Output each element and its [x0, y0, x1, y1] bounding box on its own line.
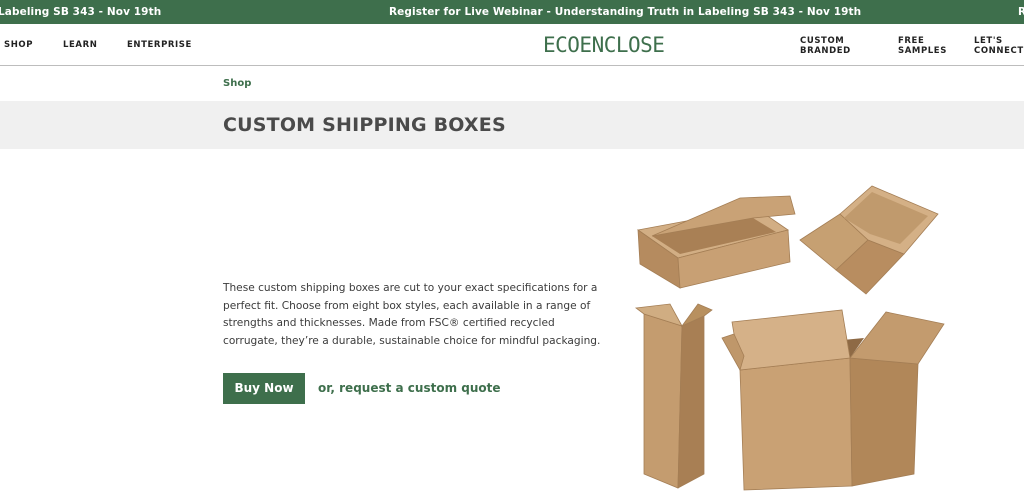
nav-label: FREE	[898, 36, 925, 46]
page-title: CUSTOM SHIPPING BOXES	[223, 114, 506, 136]
flat-mailer-box	[799, 185, 939, 295]
announcement-message[interactable]: Labeling SB 343 - Nov 19th	[0, 0, 161, 24]
nav-label: LET'S	[974, 36, 1003, 46]
breadcrumb-shop[interactable]: Shop	[223, 78, 251, 89]
announcement-message[interactable]: R	[1018, 0, 1024, 24]
nav-enterprise[interactable]: ENTERPRISE	[127, 24, 192, 66]
nav-free-samples[interactable]: FREE SAMPLES	[898, 36, 947, 56]
title-band: CUSTOM SHIPPING BOXES	[0, 101, 1024, 149]
nav-label: CUSTOM	[800, 36, 845, 46]
nav-label: BRANDED	[800, 46, 851, 56]
tall-box	[634, 303, 713, 489]
nav-lets-connect[interactable]: LET'S CONNECT	[974, 36, 1024, 56]
nav-label: SAMPLES	[898, 46, 947, 56]
site-logo[interactable]: ECOENCLOSE	[543, 24, 665, 66]
mailer-box-open	[636, 195, 796, 289]
nav-shop[interactable]: SHOP	[4, 24, 33, 66]
buy-now-button[interactable]: Buy Now	[223, 373, 305, 404]
request-quote-link[interactable]: or, request a custom quote	[318, 373, 501, 404]
announcement-message[interactable]: Register for Live Webinar - Understandin…	[389, 0, 861, 24]
shipping-boxes-image	[634, 185, 945, 491]
nav-label: CONNECT	[974, 46, 1024, 56]
nav-custom-branded[interactable]: CUSTOM BRANDED	[800, 36, 851, 56]
announcement-bar[interactable]: Labeling SB 343 - Nov 19th Register for …	[0, 0, 1024, 24]
nav-learn[interactable]: LEARN	[63, 24, 97, 66]
cube-box-open	[721, 309, 945, 491]
site-header: SHOP LEARN ENTERPRISE ECOENCLOSE CUSTOM …	[0, 24, 1024, 66]
product-description: These custom shipping boxes are cut to y…	[223, 282, 601, 347]
